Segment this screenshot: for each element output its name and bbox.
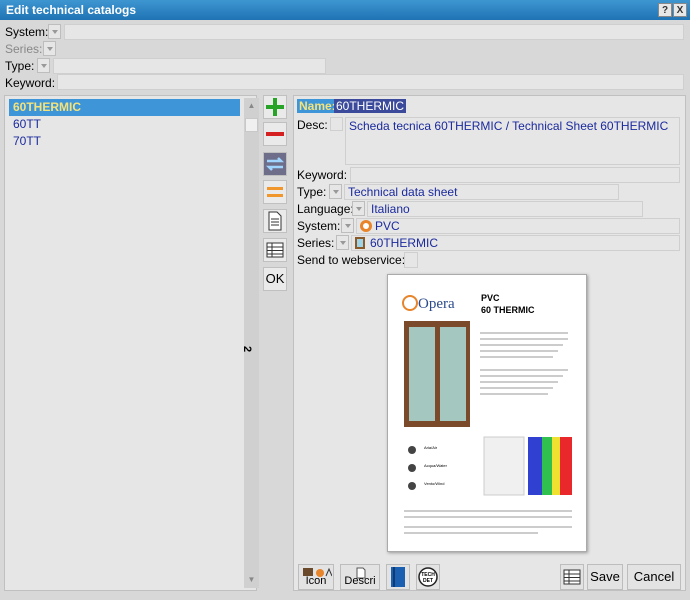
window-title: Edit technical catalogs — [6, 3, 137, 17]
document-button[interactable] — [263, 209, 287, 233]
language-field[interactable]: Italiano — [367, 201, 643, 217]
equal-button[interactable] — [263, 180, 287, 204]
book-button[interactable] — [386, 564, 410, 590]
preview-aria: Aria/Air — [424, 445, 438, 450]
preview-acqua: Acqua/Water — [424, 463, 448, 468]
filter-system-field[interactable] — [64, 24, 684, 40]
filter-system-dropdown[interactable] — [48, 24, 61, 39]
help-button[interactable]: ? — [658, 3, 672, 17]
series-value: 60THERMIC — [370, 236, 439, 250]
desc-label: Desc: — [297, 118, 328, 132]
preview-heading2: 60 THERMIC — [481, 305, 535, 315]
list-item[interactable]: 70TT — [9, 133, 240, 150]
swap-arrows-icon — [265, 157, 285, 171]
filter-series-dropdown[interactable] — [43, 41, 56, 56]
send-webservice-label: Send to webservice: — [297, 253, 406, 267]
name-input[interactable]: 60THERMIC — [334, 99, 407, 113]
scroll-up-icon[interactable]: ▲ — [246, 101, 257, 112]
list-item[interactable]: 60TT — [9, 116, 240, 133]
catalog-list: 60THERMIC 60TT 70TT ▲ ▼ — [4, 95, 259, 591]
scroll-down-icon[interactable]: ▼ — [246, 575, 257, 586]
descri-button[interactable]: Descri — [340, 564, 380, 590]
table-button[interactable] — [263, 238, 287, 262]
close-button[interactable]: X — [673, 3, 687, 17]
minus-icon — [266, 132, 284, 136]
plus-icon — [266, 98, 284, 116]
type-field[interactable]: Technical data sheet — [344, 184, 619, 200]
keyword-input[interactable] — [350, 167, 680, 183]
type-dropdown[interactable] — [329, 184, 342, 199]
filter-type-label: Type: — [5, 59, 35, 73]
list-item[interactable]: 60THERMIC — [9, 99, 240, 116]
series-field[interactable]: 60THERMIC — [351, 235, 680, 251]
tech-det-icon: TECHDET — [418, 567, 438, 587]
technical-sheet-image: Opera PVC 60 THERMIC Aria/Air Acqua/Wate… — [402, 293, 572, 534]
filter-keyword-input[interactable] — [57, 74, 684, 90]
filter-type-field[interactable] — [53, 58, 326, 74]
series-label: Series: — [297, 236, 335, 250]
splitter-label: 2 — [241, 346, 253, 353]
desc-dropdown[interactable] — [330, 117, 343, 131]
preview-brand: Opera — [418, 296, 455, 312]
preview-vento: Vento/Wind — [424, 481, 444, 486]
language-label: Language: — [297, 202, 354, 216]
add-button[interactable] — [263, 95, 287, 119]
window-titlebar: Edit technical catalogs ? X — [0, 0, 690, 20]
system-logo-icon — [360, 220, 372, 232]
desc-textarea[interactable]: Scheda tecnica 60THERMIC / Technical She… — [345, 117, 680, 165]
language-dropdown[interactable] — [352, 201, 365, 216]
scroll-thumb[interactable] — [245, 118, 258, 132]
catalog-preview: Opera PVC 60 THERMIC Aria/Air Acqua/Wate… — [387, 274, 587, 552]
book-icon — [391, 567, 405, 587]
filter-type-dropdown[interactable] — [37, 58, 50, 73]
system-value: PVC — [375, 219, 400, 233]
type-label: Type: — [297, 185, 327, 199]
grid-icon — [563, 569, 581, 585]
cancel-button[interactable]: Cancel — [627, 564, 681, 590]
keyword-label: Keyword: — [297, 168, 348, 182]
tech-det-button[interactable]: TECH DET — [416, 564, 440, 590]
swap-button[interactable] — [263, 152, 287, 176]
save-button[interactable]: Save — [587, 564, 623, 590]
name-label: Name: — [297, 99, 338, 113]
svg-text:DET: DET — [423, 578, 433, 584]
equals-icon — [267, 187, 283, 197]
icon-button[interactable]: Icon — [298, 564, 334, 590]
system-field[interactable]: PVC — [356, 218, 680, 234]
table-icon — [266, 242, 284, 258]
grid-button[interactable] — [560, 564, 584, 590]
system-label: System: — [297, 219, 341, 233]
filter-series-label: Series: — [5, 42, 43, 56]
filter-system-label: System: — [5, 25, 49, 39]
series-dropdown[interactable] — [336, 235, 349, 250]
list-scrollbar[interactable]: ▲ ▼ — [244, 98, 259, 588]
send-webservice-checkbox[interactable] — [404, 252, 418, 268]
delete-button[interactable] — [263, 122, 287, 146]
preview-heading1: PVC — [481, 293, 500, 303]
document-icon — [268, 211, 282, 231]
series-window-icon — [355, 237, 365, 249]
ok-button[interactable]: OK — [263, 267, 287, 291]
system-dropdown[interactable] — [341, 218, 354, 233]
filter-keyword-label: Keyword: — [5, 76, 56, 90]
